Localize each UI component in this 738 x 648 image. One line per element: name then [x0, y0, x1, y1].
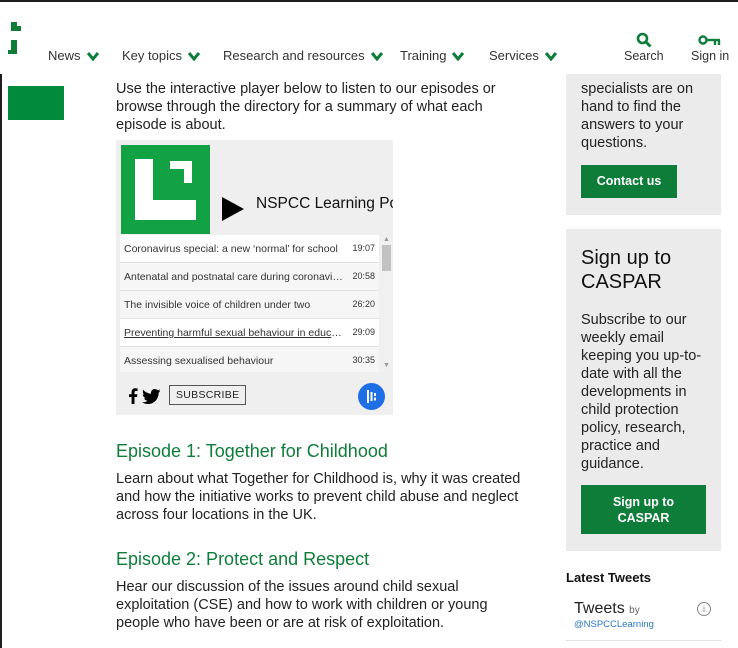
chevron-down-icon: [544, 51, 557, 61]
contact-us-button[interactable]: Contact us: [581, 165, 677, 198]
episode-row[interactable]: Antenatal and postnatal care during coro…: [120, 263, 379, 291]
helpline-text: specialists are on hand to find the answ…: [581, 81, 694, 151]
episode-duration: 29:09: [352, 327, 375, 337]
nav-item-key-topics[interactable]: Key topics: [122, 48, 200, 63]
episode-list: Coronavirus special: a new ‘normal’ for …: [120, 235, 379, 372]
podcast-logo: [121, 145, 210, 234]
nav-item-research-and-resources[interactable]: Research and resources: [223, 48, 383, 63]
podcast-app-button[interactable]: [358, 383, 385, 410]
episode-duration: 30:35: [352, 355, 375, 365]
play-button[interactable]: [222, 197, 244, 221]
episode-row[interactable]: Assessing sexualised behaviour 30:35: [120, 347, 379, 372]
window-left-border: [0, 0, 2, 648]
episode-2-description: Hear our discussion of the issues around…: [116, 579, 488, 631]
facebook-icon[interactable]: [128, 388, 138, 404]
nspcc-logo-fragment-icon[interactable]: [8, 20, 22, 60]
nav-item-label: News: [48, 48, 81, 63]
section-nav-toggle[interactable]: [8, 86, 64, 120]
caspar-text: Subscribe to our weekly email keeping yo…: [581, 312, 702, 472]
nav-item-label: Training: [400, 48, 447, 63]
nav-item-services[interactable]: Services: [489, 48, 557, 63]
chevron-down-icon: [86, 51, 99, 61]
nav-item-news[interactable]: News: [48, 48, 99, 63]
twitter-timeline-widget: Tweets by @NSPCCLearning i: [566, 592, 721, 641]
caspar-signup-label: Sign up to CASPAR: [612, 494, 675, 525]
episode-duration: 26:20: [352, 299, 375, 309]
sign-in-button[interactable]: Sign in: [691, 32, 729, 63]
twitter-handle-link[interactable]: @NSPCCLearning: [574, 619, 654, 630]
latest-tweets-heading: Latest Tweets: [566, 570, 652, 585]
episode-duration: 20:58: [352, 271, 375, 281]
tweets-label: Tweets: [574, 600, 625, 617]
scroll-up-icon[interactable]: ▲: [383, 236, 390, 243]
tweets-by-label: by: [629, 605, 640, 616]
episode-title: Coronavirus special: a new ‘normal’ for …: [124, 243, 338, 255]
tweets-header[interactable]: Tweets by: [574, 600, 640, 618]
sign-in-label: Sign in: [691, 49, 730, 63]
podcast-icon: [367, 390, 376, 403]
episode-row[interactable]: The invisible voice of children under tw…: [120, 291, 379, 319]
search-label: Search: [624, 49, 664, 63]
twitter-icon[interactable]: [142, 388, 160, 404]
info-icon[interactable]: i: [697, 602, 711, 616]
episode-title: Preventing harmful sexual behaviour in e…: [124, 327, 346, 339]
caspar-heading: Sign up to CASPAR: [581, 247, 672, 293]
nav-item-label: Key topics: [122, 48, 182, 63]
episode-1-description: Learn about what Together for Childhood …: [116, 471, 521, 523]
podcast-title: NSPCC Learning Podcast: [256, 195, 393, 212]
episode-1-heading: Episode 1: Together for Childhood: [116, 441, 388, 461]
episode-2-heading: Episode 2: Protect and Respect: [116, 549, 370, 569]
scrollbar-thumb[interactable]: [382, 245, 391, 271]
episode-title: Assessing sexualised behaviour: [124, 355, 274, 367]
nspcc-learning-logo-icon: [135, 159, 196, 220]
episode-row[interactable]: Preventing harmful sexual behaviour in e…: [120, 319, 379, 347]
episode-row[interactable]: Coronavirus special: a new ‘normal’ for …: [120, 235, 379, 263]
nav-item-training[interactable]: Training: [400, 48, 465, 63]
nav-item-label: Research and resources: [223, 48, 365, 63]
key-icon: [698, 35, 721, 45]
episode-duration: 19:07: [352, 243, 375, 253]
episode-title: Antenatal and postnatal care during coro…: [124, 271, 346, 283]
chevron-down-icon: [452, 51, 465, 61]
share-links: [128, 388, 160, 404]
nav-item-label: Services: [489, 48, 539, 63]
subscribe-button[interactable]: SUBSCRIBE: [169, 385, 247, 405]
caspar-signup-button[interactable]: Sign up to CASPAR: [581, 485, 706, 534]
search-icon: [636, 32, 652, 48]
podcast-player: NSPCC Learning Podcast Coronavirus speci…: [116, 140, 393, 415]
episode-list-scrollbar[interactable]: ▲ ▼: [380, 235, 393, 372]
episode-title: The invisible voice of children under tw…: [124, 299, 311, 311]
scroll-down-icon[interactable]: ▼: [383, 362, 390, 369]
search-button[interactable]: Search: [624, 32, 664, 63]
chevron-down-icon: [187, 51, 200, 61]
chevron-down-icon: [370, 51, 383, 61]
intro-paragraph: Use the interactive player below to list…: [116, 81, 496, 133]
site-header: News Key topics Research and resources T…: [0, 2, 738, 74]
